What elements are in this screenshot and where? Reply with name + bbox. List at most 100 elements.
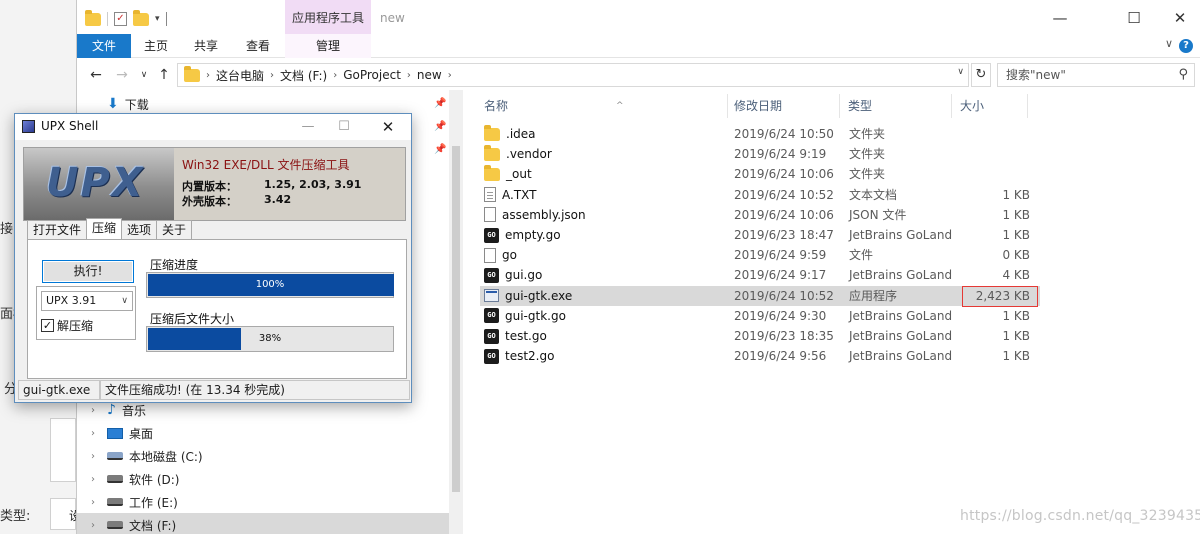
properties-icon[interactable]: ✓ (114, 12, 127, 26)
file-name: .idea (506, 127, 536, 141)
upx-version-select[interactable]: UPX 3.91 ∨ (41, 291, 133, 311)
window-title: new (380, 11, 405, 25)
file-row[interactable]: A.TXT 2019/6/24 10:52 文本文档 1 KB (480, 185, 1040, 205)
help-icon[interactable]: ? (1179, 39, 1193, 53)
file-date: 2019/6/24 9:56 (734, 349, 827, 364)
file-name: go (502, 248, 517, 263)
chevron-right-icon[interactable]: › (91, 405, 101, 416)
file-row[interactable]: gui-gtk.exe 2019/6/24 10:52 应用程序 2,423 KB (480, 285, 1040, 307)
column-header-size[interactable]: 大小 (952, 94, 1028, 118)
nav-item-drive-f[interactable]: › 文档 (F:) (91, 514, 176, 534)
file-date: 2019/6/23 18:35 (734, 329, 834, 343)
up-arrow-icon[interactable]: ↑ (155, 65, 173, 85)
file-date: 2019/6/24 10:50 (734, 127, 834, 141)
chevron-right-icon[interactable]: › (91, 474, 101, 485)
app-tools-context-tab: 应用程序工具 (285, 0, 371, 36)
file-row[interactable]: GO test.go 2019/6/23 18:35 JetBrains GoLand… (480, 326, 1040, 346)
tab-compress[interactable]: 压缩 (86, 218, 123, 239)
file-row[interactable]: GO test2.go 2019/6/24 9:56 JetBrains GoLand… (480, 346, 1040, 366)
tab-open-file[interactable]: 打开文件 (27, 220, 88, 239)
chevron-right-icon[interactable]: › (91, 497, 101, 508)
size-label: 压缩后文件大小 (150, 312, 235, 326)
breadcrumb-goproject[interactable]: GoProject (343, 68, 401, 82)
file-type: 文本文档 (849, 187, 898, 202)
upx-maximize-button[interactable]: ☐ (329, 116, 359, 138)
run-button[interactable]: 执行! (42, 260, 134, 283)
tab-options[interactable]: 选项 (121, 220, 158, 239)
qat-dropdown-icon[interactable]: ▾ (155, 14, 160, 24)
file-date: 2019/6/24 10:06 (734, 207, 834, 222)
breadcrumb-drive-f[interactable]: 文档 (F:) (280, 67, 327, 84)
column-header-date[interactable]: 修改日期 (726, 94, 840, 118)
compress-progress-bar: 100% (146, 272, 394, 298)
address-dropdown-icon[interactable]: ∨ (957, 67, 964, 77)
nav-scrollbar-thumb[interactable] (452, 146, 460, 492)
pin-icon[interactable]: 📌 (434, 121, 446, 132)
file-row[interactable]: GO gui.go 2019/6/24 9:17 JetBrains GoLand 4 … (480, 265, 1040, 285)
nav-item-drive-d[interactable]: › 软件 (D:) (91, 468, 179, 490)
folder-icon[interactable] (85, 9, 101, 26)
tab-view[interactable]: 查看 (237, 34, 279, 58)
tab-manage[interactable]: 管理 (285, 34, 371, 58)
minimize-button[interactable]: — (1037, 6, 1083, 30)
watermark: https://blog.csdn.net/qq_32394351 (960, 508, 1200, 524)
selected-version: UPX 3.91 (46, 294, 97, 307)
file-size: 1 KB (1002, 228, 1030, 242)
forward-arrow-icon[interactable]: → (113, 65, 131, 85)
collapse-ribbon-icon[interactable]: ∨ (1165, 37, 1173, 50)
upx-close-button[interactable]: ✕ (373, 116, 403, 138)
file-name-cell: A.TXT (484, 185, 536, 205)
address-field[interactable]: › 这台电脑 › 文档 (F:) › GoProject › new › ∨ (177, 63, 969, 87)
decompress-checkbox-row[interactable]: ✓ 解压缩 (41, 317, 93, 334)
maximize-button[interactable]: ☐ (1111, 6, 1157, 30)
file-size (958, 144, 1030, 164)
pin-icon[interactable]: 📌 (434, 98, 446, 109)
file-type: JetBrains GoLand (849, 268, 953, 283)
file-row[interactable]: GO empty.go 2019/6/23 18:47 JetBrains GoLan… (480, 225, 1040, 245)
compress-panel: 执行! UPX 3.91 ∨ ✓ 解压缩 压缩进度 100% 压缩后文件大小 3… (27, 239, 407, 379)
decompress-checkbox[interactable]: ✓ (41, 319, 54, 332)
goland-icon: GO (484, 227, 499, 243)
nav-item-drive-e[interactable]: › 工作 (E:) (91, 491, 178, 513)
file-type: JetBrains GoLand (849, 228, 953, 242)
file-name: assembly.json (502, 207, 586, 222)
file-row[interactable]: go 2019/6/24 9:59 文件 0 KB (480, 245, 1040, 265)
tab-file[interactable]: 文件 (77, 34, 131, 58)
tab-share[interactable]: 共享 (185, 34, 227, 58)
recent-locations-icon[interactable]: ∨ (135, 65, 153, 85)
desktop-icon (107, 427, 123, 439)
back-arrow-icon[interactable]: ← (87, 65, 105, 85)
file-size: 4 KB (1002, 268, 1030, 283)
file-row[interactable]: .idea 2019/6/24 10:50 文件夹 (480, 124, 1040, 144)
upx-logo: UPX (24, 148, 174, 220)
chevron-right-icon[interactable]: › (91, 451, 101, 462)
nav-item-desktop[interactable]: › 桌面 (91, 422, 153, 444)
breadcrumb-new[interactable]: new (417, 68, 442, 82)
search-input[interactable]: 搜索"new" ⚲ (997, 63, 1195, 87)
chevron-right-icon[interactable]: › (91, 520, 101, 531)
file-size: 1 KB (1002, 349, 1030, 364)
file-row[interactable]: _out 2019/6/24 10:06 文件夹 (480, 164, 1040, 184)
file-row[interactable]: .vendor 2019/6/24 9:19 文件夹 (480, 144, 1040, 164)
file-name-cell: GO empty.go (484, 225, 561, 245)
refresh-icon[interactable]: ↻ (971, 63, 991, 87)
column-header-type[interactable]: 类型 (840, 94, 952, 118)
new-folder-icon[interactable] (133, 9, 149, 26)
upx-minimize-button[interactable]: — (293, 116, 323, 138)
tab-about[interactable]: 关于 (156, 220, 193, 239)
nav-item-drive-c[interactable]: › 本地磁盘 (C:) (91, 445, 203, 467)
pin-icon[interactable]: 📌 (434, 144, 446, 155)
search-icon: ⚲ (1178, 67, 1188, 82)
column-header-name[interactable]: 名称 ^ (476, 94, 728, 118)
close-button[interactable]: ✕ (1157, 6, 1200, 30)
file-row[interactable]: assembly.json 2019/6/24 10:06 JSON 文件 1 KB (480, 205, 1040, 225)
music-note-icon: ♪ (107, 402, 116, 418)
goland-icon: GO (484, 328, 499, 344)
nav-item-downloads[interactable]: ⬇ 下载 (107, 93, 149, 115)
file-row[interactable]: GO gui-gtk.go 2019/6/24 9:30 JetBrains GoLa… (480, 306, 1040, 326)
chevron-right-icon[interactable]: › (91, 428, 101, 439)
tab-home[interactable]: 主页 (135, 34, 177, 58)
breadcrumb-this-pc[interactable]: 这台电脑 (216, 67, 264, 84)
file-name-cell: assembly.json (484, 205, 586, 225)
upx-statusbar: gui-gtk.exe 文件压缩成功! (在 13.34 秒完成) (18, 380, 410, 400)
